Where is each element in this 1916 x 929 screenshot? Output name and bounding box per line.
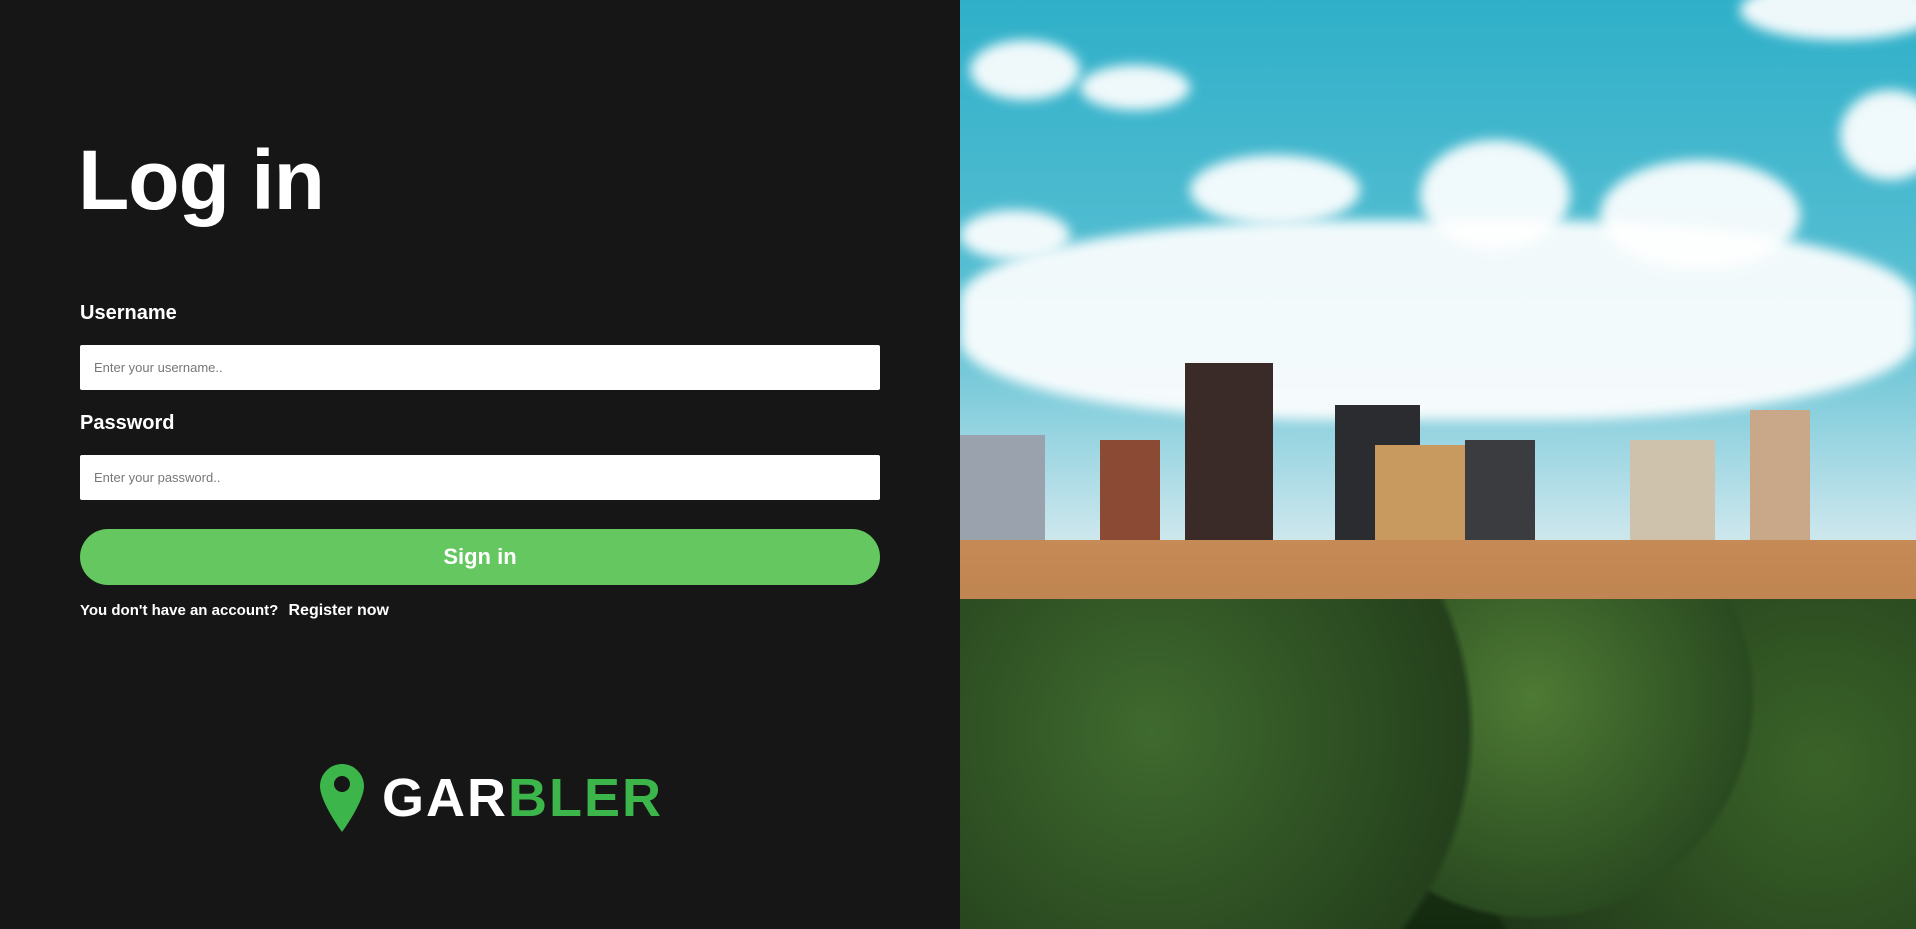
page-title: Log in <box>78 133 325 227</box>
password-input[interactable] <box>80 455 880 500</box>
username-input[interactable] <box>80 345 880 390</box>
garbler-logo: GARBLER <box>318 762 663 834</box>
register-prompt: You don't have an account? Register now <box>80 602 389 620</box>
username-label: Username <box>80 302 177 324</box>
register-link[interactable]: Register now <box>288 602 388 619</box>
map-pin-icon <box>320 764 364 832</box>
logo-text-bler: BLER <box>508 768 663 828</box>
login-panel: Log in Username Password Sign in You don… <box>0 0 960 929</box>
register-prompt-text: You don't have an account? <box>80 602 279 619</box>
password-label: Password <box>80 412 175 434</box>
sign-in-button[interactable]: Sign in <box>80 529 880 585</box>
logo-text-gar: GAR <box>382 768 508 828</box>
city-skyline-photo <box>960 0 1916 929</box>
